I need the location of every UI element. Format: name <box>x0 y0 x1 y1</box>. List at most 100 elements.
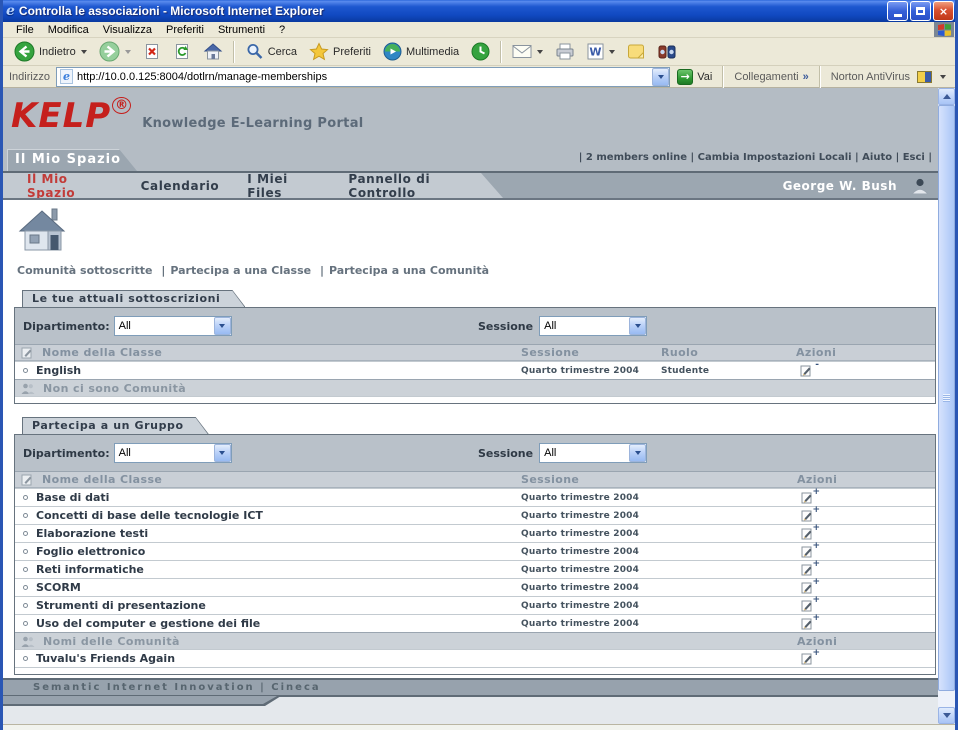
action-sign: + <box>812 523 820 533</box>
menu-item[interactable]: Strumenti <box>211 23 272 37</box>
user-name: George W. Bush <box>783 179 897 193</box>
addressbar-separator <box>722 66 724 88</box>
forward-dropdown-icon[interactable] <box>125 50 131 54</box>
subscriptions-tab: Le tue attuali sottoscrizioni <box>22 290 245 307</box>
scroll-up-button[interactable] <box>938 88 955 105</box>
links-chevron-icon[interactable]: » <box>803 71 809 83</box>
norton-button[interactable]: Norton AntiVirus <box>824 71 953 83</box>
go-icon: → <box>677 69 693 85</box>
home-button[interactable] <box>198 40 228 63</box>
favorites-button[interactable]: Preferiti <box>304 40 376 63</box>
session-links[interactable]: | 2 members online | Cambia Impostazioni… <box>579 152 932 163</box>
vertical-scrollbar[interactable] <box>938 88 955 724</box>
community-icon <box>21 636 35 647</box>
close-button[interactable]: × <box>933 1 954 21</box>
nav-tab-il-mio-spazio[interactable]: Il Mio Spazio <box>3 172 127 200</box>
links-button[interactable]: Collegamenti » <box>727 71 815 83</box>
class-edit-icon <box>21 346 34 359</box>
forward-button[interactable] <box>94 39 136 64</box>
edit-action-icon <box>800 364 813 377</box>
chevron-down-icon[interactable] <box>214 444 231 462</box>
menu-item[interactable]: File <box>9 23 41 37</box>
action-sign: + <box>812 541 820 551</box>
nav-tab-calendario[interactable]: Calendario <box>127 179 234 193</box>
back-icon <box>14 41 35 62</box>
edit-word-button[interactable]: W <box>582 41 620 62</box>
menu-item[interactable]: ? <box>272 23 292 37</box>
column-azioni: Azioni <box>795 473 935 486</box>
refresh-icon <box>173 42 191 61</box>
unsubscribe-action-button[interactable]: - <box>800 364 813 377</box>
department-select[interactable]: All <box>114 443 232 463</box>
print-button[interactable] <box>550 41 580 62</box>
norton-icon <box>917 71 932 83</box>
media-button[interactable]: Multimedia <box>378 40 464 63</box>
norton-dropdown-icon[interactable] <box>940 75 946 79</box>
session-label: Sessione <box>478 320 533 333</box>
back-dropdown-icon[interactable] <box>81 50 87 54</box>
home-illustration[interactable] <box>15 204 71 256</box>
go-button[interactable]: → Vai <box>670 69 719 85</box>
session-select[interactable]: All <box>539 316 647 336</box>
address-url[interactable]: http://10.0.0.125:8004/dotlrn/manage-mem… <box>77 71 652 83</box>
nav-tab-strip: Il Mio Spazio Calendario I Miei Files Pa… <box>3 173 503 198</box>
media-icon <box>383 42 402 61</box>
subscribe-action-button[interactable]: + <box>801 581 814 594</box>
column-nome-della-classe: Nome della Classe <box>15 346 519 359</box>
menu-item[interactable]: Preferiti <box>159 23 211 37</box>
user-icon <box>905 178 928 194</box>
class-role: Studente <box>659 362 794 379</box>
subscribe-action-button[interactable]: + <box>801 563 814 576</box>
breadcrumb-link[interactable]: Comunità sottoscritte <box>17 264 152 277</box>
subscribe-action-button[interactable]: + <box>801 527 814 540</box>
refresh-button[interactable] <box>168 40 196 63</box>
subscribe-action-button[interactable]: + <box>801 491 814 504</box>
nav-tab-i-miei-files[interactable]: I Miei Files <box>233 172 334 200</box>
notes-button[interactable] <box>622 41 650 62</box>
breadcrumb-link[interactable]: Partecipa a una Comunità <box>329 264 489 277</box>
session-select[interactable]: All <box>539 443 647 463</box>
footer-credits: Semantic Internet Innovation | Cineca <box>3 682 321 693</box>
address-dropdown-button[interactable] <box>652 68 669 86</box>
space-tab[interactable]: Il Mio Spazio <box>7 149 137 171</box>
back-button[interactable]: Indietro <box>9 39 92 64</box>
title-bar: e Controlla le associazioni - Microsoft … <box>0 0 958 22</box>
kelp-logo: KELP® Knowledge E-Learning Portal <box>11 96 364 136</box>
chevron-down-icon[interactable] <box>629 444 646 462</box>
class-session: Quarto trimestre 2004 <box>519 615 795 632</box>
minimize-button[interactable] <box>887 1 908 21</box>
department-select[interactable]: All <box>114 316 232 336</box>
go-label: Vai <box>697 71 712 83</box>
breadcrumb-link[interactable]: Partecipa a una Classe <box>170 264 311 277</box>
nav-tab-pannello-di-controllo[interactable]: Pannello di Controllo <box>334 172 503 200</box>
menu-item[interactable]: Visualizza <box>96 23 159 37</box>
address-input[interactable]: e http://10.0.0.125:8004/dotlrn/manage-m… <box>56 67 670 87</box>
history-button[interactable] <box>466 40 495 63</box>
scroll-down-button[interactable] <box>938 707 955 724</box>
subscribe-action-button[interactable]: + <box>801 617 814 630</box>
bullet-icon <box>23 549 28 554</box>
community-row: Tuvalu's Friends Again + <box>15 649 935 667</box>
subscribe-action-button[interactable]: + <box>801 545 814 558</box>
menu-bar: File Modifica Visualizza Preferiti Strum… <box>3 22 955 38</box>
subscribe-action-button[interactable]: + <box>801 652 814 665</box>
chevron-down-icon[interactable] <box>214 317 231 335</box>
subscribe-action-button[interactable]: + <box>801 509 814 522</box>
menu-item[interactable]: Modifica <box>41 23 96 37</box>
join-group-tab-label: Partecipa a un Gruppo <box>23 418 208 434</box>
action-sign: + <box>812 559 820 569</box>
edit-dropdown-icon[interactable] <box>609 50 615 54</box>
scrollbar-thumb[interactable] <box>938 105 955 691</box>
subscriptions-tab-label: Le tue attuali sottoscrizioni <box>23 291 244 307</box>
chevron-down-icon[interactable] <box>629 317 646 335</box>
bullet-icon <box>23 603 28 608</box>
search-button[interactable]: Cerca <box>240 40 302 63</box>
maximize-button[interactable] <box>910 1 931 21</box>
table-footer-spacer <box>15 667 935 674</box>
subscribe-action-button[interactable]: + <box>801 599 814 612</box>
scrollbar-track[interactable] <box>938 105 955 707</box>
messenger-button[interactable] <box>652 41 682 63</box>
mail-dropdown-icon[interactable] <box>537 50 543 54</box>
mail-button[interactable] <box>507 42 548 61</box>
stop-button[interactable] <box>138 40 166 63</box>
